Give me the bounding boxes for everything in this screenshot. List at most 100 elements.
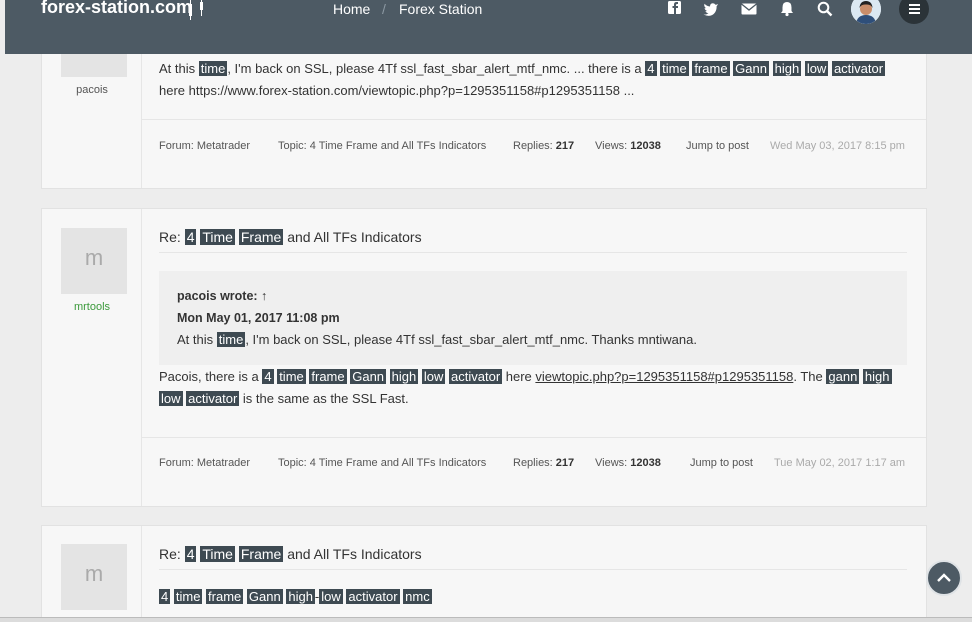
post-author-panel: m [42,526,142,622]
replies-value: 217 [555,140,575,152]
highlighted-keyword: time [216,332,246,347]
highlighted-keyword: frame [206,589,244,604]
topic-link[interactable]: Topic: 4 Time Frame and All TFs Indicato… [278,457,486,469]
highlighted-keyword: high [286,589,315,604]
highlighted-keyword: high [389,369,419,384]
logo-chart-icon [189,0,203,20]
highlighted-keyword: gann [826,369,860,384]
post-author-panel: m mrtools [42,209,142,506]
highlighted-keyword: 4 [184,229,197,245]
text-segment: here [502,369,536,384]
search-icon[interactable] [816,0,834,18]
highlighted-keyword: time [660,61,689,76]
post-card: m mrtools Re: 4 Time Frame and All TFs I… [41,208,927,507]
post-footer-divider [142,437,926,438]
views-value: 12038 [630,457,661,469]
twitter-icon[interactable] [702,0,720,18]
text-segment: , I'm back on SSL, please 4Tf ssl_fast_s… [227,61,646,76]
text-segment: and All TFs Indicators [283,546,422,562]
top-navbar: forex-station.com Home / Forex Station [5,0,972,54]
views-count: Views: 12038 [595,457,661,469]
post-card: m Re: 4 Time Frame and All TFs Indicator… [41,525,927,622]
jump-to-post-link[interactable]: Jump to post [686,140,749,152]
forum-link[interactable]: Forum: Metatrader [159,140,250,152]
author-username[interactable]: mrtools [42,301,142,313]
highlighted-keyword: high [862,369,892,384]
text-segment: At this [159,61,199,76]
replies-label: Replies: [513,457,556,469]
highlighted-keyword: Gann [350,369,387,384]
quote-author[interactable]: pacois wrote: ↑ [177,285,889,307]
post-footer-divider [142,119,926,120]
highlighted-keyword: low [319,589,343,604]
highlighted-keyword: Frame [238,229,284,245]
highlighted-keyword: Frame [238,546,284,562]
highlighted-keyword: Gann [733,61,769,76]
replies-count: Replies: 217 [513,140,574,152]
text-segment: . The [793,369,827,384]
menu-icon [909,4,920,14]
facebook-icon[interactable] [666,0,684,18]
scroll-to-top-button[interactable] [926,560,962,596]
highlighted-keyword: activator [346,589,400,604]
highlighted-keyword: activator [831,61,886,76]
highlighted-keyword: activator [186,391,240,406]
post-text: Pacois, there is a 4 time frame Gann hig… [159,366,907,410]
quote-date: Mon May 01, 2017 11:08 pm [177,311,340,325]
highlighted-keyword: nmc [403,589,432,604]
author-username[interactable]: pacois [42,84,142,96]
replies-value: 217 [555,457,575,469]
user-avatar[interactable] [851,0,881,24]
highlighted-keyword: activator [449,369,503,384]
text-segment: , I'm back on SSL, please 4Tf ssl_fast_s… [245,332,697,347]
window-bottom-edge [0,617,972,622]
post-content: At this time, I'm back on SSL, please 4T… [159,58,907,102]
author-avatar[interactable]: m [61,228,127,294]
post-text: 4 time frame Gann high - low activator nmc [159,586,907,608]
views-label: Views: [595,457,631,469]
site-logo[interactable]: forex-station.com [41,0,192,18]
text-segment: is the same as the SSL Fast. [239,391,409,406]
author-avatar[interactable]: m [61,544,127,610]
hamburger-menu-button[interactable] [899,0,929,24]
post-title[interactable]: Re: 4 Time Frame and All TFs Indicators [159,543,907,570]
chevron-up-icon [937,573,951,582]
highlighted-keyword: low [421,369,446,384]
forum-link[interactable]: Forum: Metatrader [159,457,250,469]
bell-icon[interactable] [778,0,796,18]
text-segment: Re: [159,229,185,245]
views-count: Views: 12038 [595,140,661,152]
jump-to-post-link[interactable]: Jump to post [690,457,753,469]
nav-home-link[interactable]: Home [333,1,370,17]
text-segment: here https://www.forex-station.com/viewt… [159,83,635,98]
post-link[interactable]: viewtopic.php?p=1295351158#p1295351158 [535,369,793,384]
highlighted-keyword: frame [309,369,347,384]
email-icon[interactable] [740,0,758,18]
highlighted-keyword: 4 [184,546,197,562]
highlighted-keyword: frame [692,61,730,76]
text-segment: Re: [159,546,185,562]
highlighted-keyword: high [772,61,802,76]
views-label: Views: [595,140,631,152]
highlighted-keyword: 4 [159,589,171,604]
topic-link[interactable]: Topic: 4 Time Frame and All TFs Indicato… [278,140,486,152]
highlighted-keyword: 4 [262,369,274,384]
views-value: 12038 [630,140,661,152]
highlighted-keyword: 4 [645,61,657,76]
highlighted-keyword: low [804,61,829,76]
post-date: Wed May 03, 2017 8:15 pm [770,140,905,152]
nav-forex-station-link[interactable]: Forex Station [399,1,482,17]
highlighted-keyword: time [277,369,306,384]
highlighted-keyword: time [173,589,203,604]
replies-label: Replies: [513,140,556,152]
post-quote: pacois wrote: ↑ Mon May 01, 2017 11:08 p… [159,271,907,365]
nav-separator: / [382,1,386,17]
text-segment: Pacois, there is a [159,369,263,384]
highlighted-keyword: Time [200,546,235,562]
highlighted-keyword: low [159,391,183,406]
highlighted-keyword: time [198,61,228,76]
post-content: Re: 4 Time Frame and All TFs Indicators … [159,226,907,410]
post-title[interactable]: Re: 4 Time Frame and All TFs Indicators [159,226,907,253]
highlighted-keyword: Gann [246,589,283,604]
text-segment: At this [177,332,217,347]
